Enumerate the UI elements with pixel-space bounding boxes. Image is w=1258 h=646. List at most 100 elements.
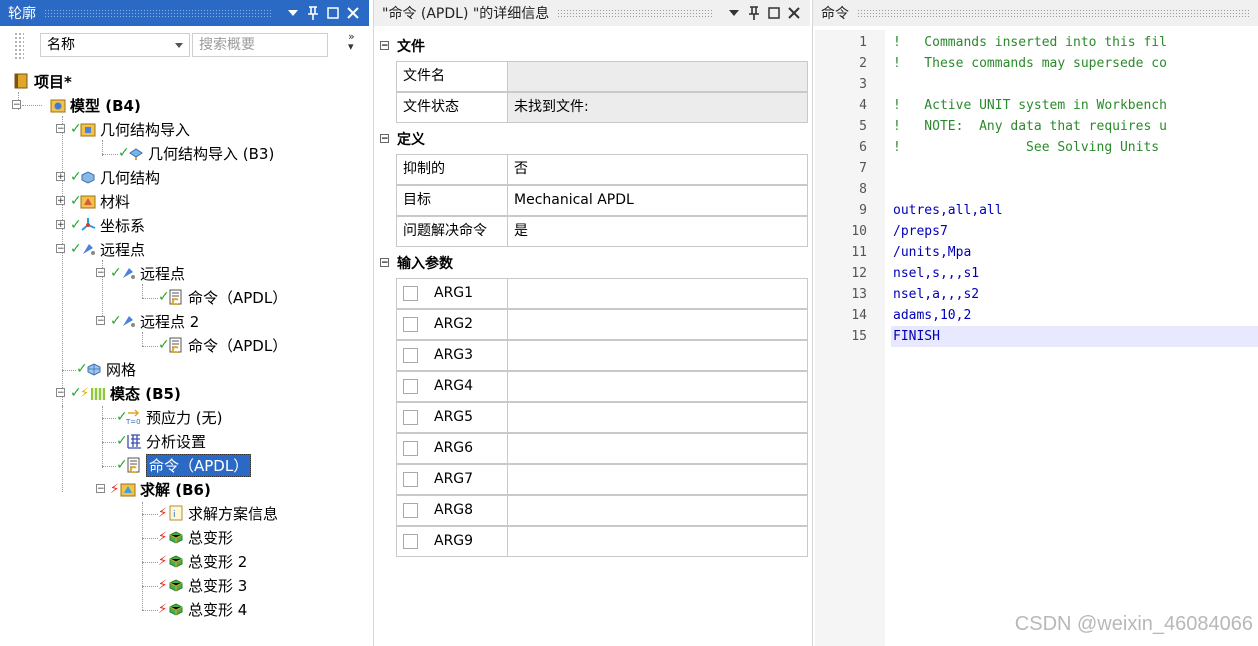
command-snippet-icon	[126, 457, 142, 474]
tree-item-modal[interactable]: ✓ ⚡ 模态 (B5)	[70, 382, 181, 404]
tree-item-commands-apdl-selected[interactable]: ✓ 命令（APDL）	[116, 453, 252, 477]
argument-name: ARG7	[434, 471, 474, 487]
expand-toggle[interactable]: +	[56, 172, 65, 182]
property-value[interactable]: 否	[507, 154, 808, 185]
check-icon: ✓	[158, 289, 170, 305]
argument-value-input[interactable]	[507, 464, 808, 495]
header-drag-area[interactable]	[857, 9, 1251, 17]
tree-item-model[interactable]: 模型 (B4)	[50, 94, 141, 116]
tree-item-commands-apdl[interactable]: ✓ 命令（APDL）	[158, 286, 287, 308]
tree-item-geometry-import-b3[interactable]: ✓ 几何结构导入 (B3)	[118, 142, 274, 164]
argument-checkbox[interactable]	[403, 440, 418, 456]
argument-checkbox[interactable]	[403, 471, 418, 487]
argument-checkbox[interactable]	[403, 378, 418, 394]
section-definition[interactable]: − 定义	[376, 123, 808, 154]
lightning-icon: ⚡	[80, 385, 90, 401]
code-line[interactable]: adams,10,2	[891, 305, 1258, 326]
argument-checkbox[interactable]	[403, 347, 418, 363]
tree-item-analysis-settings[interactable]: ✓ 分析设置	[116, 430, 206, 452]
code-line[interactable]: ! See Solving Units	[891, 137, 1258, 158]
property-value[interactable]: Mechanical APDL	[507, 185, 808, 216]
argument-row: ARG6	[376, 433, 808, 464]
tree-item-project[interactable]: 项目*	[14, 70, 72, 92]
tree-item-coordinate-systems[interactable]: ✓ 坐标系	[70, 214, 145, 236]
argument-checkbox[interactable]	[403, 502, 418, 518]
command-snippet-icon	[168, 289, 184, 306]
argument-name: ARG4	[434, 378, 474, 394]
code-line[interactable]	[891, 179, 1258, 200]
code-line[interactable]: ! Commands inserted into this fil	[891, 32, 1258, 53]
tree-item-geometry-import-group[interactable]: ✓ 几何结构导入	[70, 118, 190, 140]
tree-item-mesh[interactable]: ✓ 网格	[76, 358, 136, 380]
tree-item-remote-points[interactable]: ✓ 远程点	[70, 238, 145, 260]
code-line[interactable]: /units,Mpa	[891, 242, 1258, 263]
dropdown-icon[interactable]	[726, 5, 742, 21]
collapse-toggle[interactable]: −	[380, 41, 389, 51]
argument-value-input[interactable]	[507, 309, 808, 340]
collapse-toggle[interactable]: −	[380, 258, 389, 268]
maximize-icon[interactable]	[766, 5, 782, 21]
argument-value-input[interactable]	[507, 526, 808, 557]
geometry-import-icon	[128, 145, 144, 161]
argument-value-input[interactable]	[507, 402, 808, 433]
argument-row: ARG1	[376, 278, 808, 309]
header-drag-area[interactable]	[557, 9, 714, 17]
tree-item-remote-point-2[interactable]: ✓ 远程点 2	[110, 310, 199, 332]
tree-item-total-deformation[interactable]: ⚡ 总变形	[158, 526, 233, 548]
argument-checkbox[interactable]	[403, 316, 418, 332]
code-line[interactable]: ! These commands may supersede co	[891, 53, 1258, 74]
line-number: 10	[851, 224, 867, 239]
close-icon[interactable]	[786, 5, 802, 21]
tree-item-total-deformation-4[interactable]: ⚡ 总变形 4	[158, 598, 247, 620]
code-line[interactable]: ! NOTE: Any data that requires u	[891, 116, 1258, 137]
code-line[interactable]: nsel,s,,,s1	[891, 263, 1258, 284]
argument-name: ARG1	[434, 285, 474, 301]
collapse-toggle[interactable]: −	[56, 388, 65, 398]
tree-item-prestress[interactable]: ✓ T=0 预应力 (无)	[116, 406, 222, 428]
property-label: 抑制的	[396, 154, 508, 185]
code-line[interactable]: FINISH	[891, 326, 1258, 347]
argument-value-input[interactable]	[507, 340, 808, 371]
tree-connector	[142, 332, 143, 346]
tree-item-solution[interactable]: ⚡ 求解 (B6)	[110, 478, 211, 500]
code-line[interactable]	[891, 74, 1258, 95]
expand-toggle[interactable]: +	[56, 196, 65, 206]
section-file[interactable]: − 文件	[376, 30, 808, 61]
argument-value-input[interactable]	[507, 371, 808, 402]
lightning-icon: ⚡	[158, 529, 168, 545]
tree-item-total-deformation-2[interactable]: ⚡ 总变形 2	[158, 550, 247, 572]
collapse-toggle[interactable]: −	[96, 316, 105, 326]
property-value[interactable]: 是	[507, 216, 808, 247]
tree-item-total-deformation-3[interactable]: ⚡ 总变形 3	[158, 574, 247, 596]
collapse-toggle[interactable]: −	[56, 244, 65, 254]
argument-checkbox[interactable]	[403, 533, 418, 549]
code-line[interactable]: outres,all,all	[891, 200, 1258, 221]
commands-panel: 命令 CSDN @weixin_46084066 1 ! Commands ins…	[812, 0, 1258, 646]
details-panel: "命令 (APDL) "的详细信息 − 文件 文件名 文件状态 未找到文件: −…	[373, 0, 810, 646]
tree-item-geometry[interactable]: ✓ 几何结构	[70, 166, 160, 188]
pin-icon[interactable]	[746, 5, 762, 21]
argument-value-input[interactable]	[507, 278, 808, 309]
argument-value-input[interactable]	[507, 495, 808, 526]
tree-item-solution-information[interactable]: ⚡ i 求解方案信息	[158, 502, 278, 524]
section-input-arguments[interactable]: − 输入参数	[376, 247, 808, 278]
code-line[interactable]: ! Active UNIT system in Workbench	[891, 95, 1258, 116]
collapse-toggle[interactable]: −	[56, 124, 65, 134]
collapse-toggle[interactable]: −	[96, 484, 105, 494]
code-line[interactable]	[891, 158, 1258, 179]
tree-connector	[22, 105, 42, 106]
remote-point-icon	[80, 241, 96, 257]
code-line[interactable]: nsel,a,,,s2	[891, 284, 1258, 305]
tree-item-remote-point[interactable]: ✓ 远程点	[110, 262, 185, 284]
tree-item-commands-apdl[interactable]: ✓ 命令（APDL）	[158, 334, 287, 356]
argument-checkbox[interactable]	[403, 285, 418, 301]
lightning-icon: ⚡	[158, 553, 168, 569]
tree-item-materials[interactable]: ✓ 材料	[70, 190, 130, 212]
collapse-toggle[interactable]: −	[380, 134, 389, 144]
argument-checkbox[interactable]	[403, 409, 418, 425]
expand-toggle[interactable]: +	[56, 220, 65, 230]
collapse-toggle[interactable]: −	[12, 100, 21, 110]
code-line[interactable]: /preps7	[891, 221, 1258, 242]
argument-value-input[interactable]	[507, 433, 808, 464]
collapse-toggle[interactable]: −	[96, 268, 105, 278]
